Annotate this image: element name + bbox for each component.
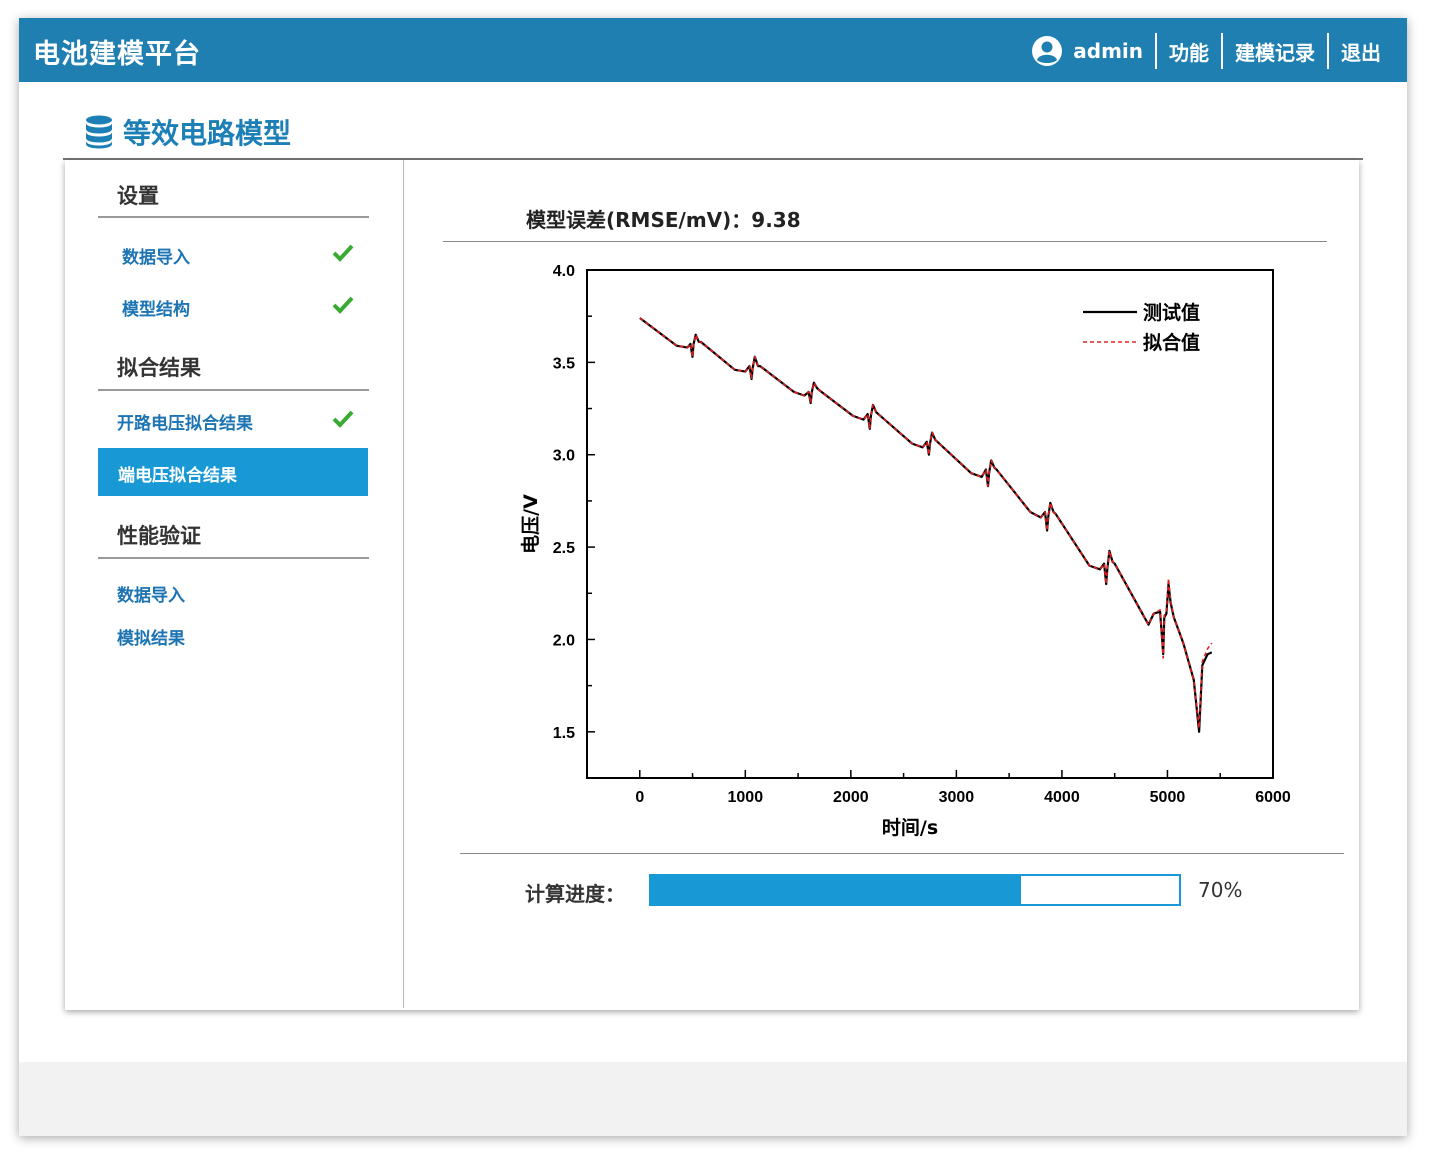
sidebar-item-label: 开路电压拟合结果 [117,414,253,434]
nav-separator [1327,33,1329,69]
sidebar-item-label: 数据导入 [117,586,185,606]
nav-item-functions[interactable]: 功能 [1169,37,1209,66]
legend-label: 拟合值 [1143,331,1200,354]
nav-separator [1155,33,1157,69]
series-line-2 [639,317,1213,729]
database-icon [86,115,112,149]
y-tick-label: 3.5 [553,355,575,372]
voltage-fit-chart: 0 1000 2000 3000 4000 5000 6000 1.5 2.0 2.5 3.0 3.5… [519,263,1291,839]
section-title-fit-results: 拟合结果 [117,356,201,380]
section-divider [98,557,369,559]
chart-divider [460,853,1344,854]
page-title: 等效电路模型 [123,117,292,150]
section-divider [98,216,369,218]
x-tick-label: 1000 [728,789,764,806]
top-bar: 电池建模平台 admin 功能 建模记录 退出 [19,18,1407,82]
nav-separator [1221,33,1223,69]
check-icon [332,296,354,314]
y-tick-label: 2.0 [553,632,575,649]
username-link[interactable]: admin [1073,39,1143,63]
section-title-settings: 设置 [117,184,159,208]
nav-item-records[interactable]: 建模记录 [1235,37,1315,66]
progress-bar-fill [651,876,1021,904]
x-tick-label: 3000 [939,789,975,806]
progress-bar [649,874,1181,906]
sidebar-item-simulation-results[interactable]: 模拟结果 [98,611,368,659]
sidebar-item-validation-data-import[interactable]: 数据导入 [98,568,368,616]
top-nav: admin 功能 建模记录 退出 [1031,32,1381,70]
sidebar-divider [403,160,404,1008]
sidebar-item-terminal-voltage-fit[interactable]: 端电压拟合结果 [98,448,368,496]
y-tick-label: 3.0 [553,448,575,465]
check-icon [332,244,354,262]
content-panel: 设置 数据导入 模型结构 拟合结果 开路电压拟合结果 端电压拟合结果 性能验证 … [65,160,1359,1010]
x-tick-label: 0 [635,789,644,806]
sidebar-item-ocv-fit[interactable]: 开路电压拟合结果 [98,396,368,444]
progress-label: 计算进度： [525,882,625,906]
sidebar-item-label: 模拟结果 [117,629,185,649]
sidebar-item-label: 端电压拟合结果 [118,466,237,486]
sidebar-item-model-structure[interactable]: 模型结构 [98,282,368,330]
sidebar-item-label: 数据导入 [122,248,190,268]
y-tick-label: 4.0 [553,263,575,280]
y-axis-label: 电压/V [519,494,542,554]
sidebar-item-data-import[interactable]: 数据导入 [98,230,368,278]
check-icon [332,410,354,428]
progress-percent: 70% [1198,878,1243,902]
sidebar-item-label: 模型结构 [122,300,190,320]
section-divider [98,389,369,391]
rmse-divider [443,241,1327,242]
x-tick-label: 4000 [1044,789,1080,806]
section-title-validation: 性能验证 [117,524,201,548]
x-tick-label: 6000 [1255,789,1291,806]
user-icon[interactable] [1031,35,1063,67]
app-window: 电池建模平台 admin 功能 建模记录 退出 等效电路模型 设置 数据导入 模… [19,18,1407,1136]
app-title: 电池建模平台 [33,39,201,70]
y-tick-label: 1.5 [553,725,575,742]
x-axis-label: 时间/s [882,817,938,839]
x-tick-label: 5000 [1150,789,1186,806]
series-line-1 [639,317,1213,733]
footer-bar [19,1062,1407,1136]
y-tick-label: 2.5 [553,540,575,557]
x-tick-label: 2000 [833,789,869,806]
rmse-readout: 模型误差(RMSE/mV)：9.38 [526,208,801,232]
nav-item-logout[interactable]: 退出 [1341,37,1381,66]
legend-label: 测试值 [1143,301,1200,324]
page-header: 等效电路模型 [85,112,291,152]
